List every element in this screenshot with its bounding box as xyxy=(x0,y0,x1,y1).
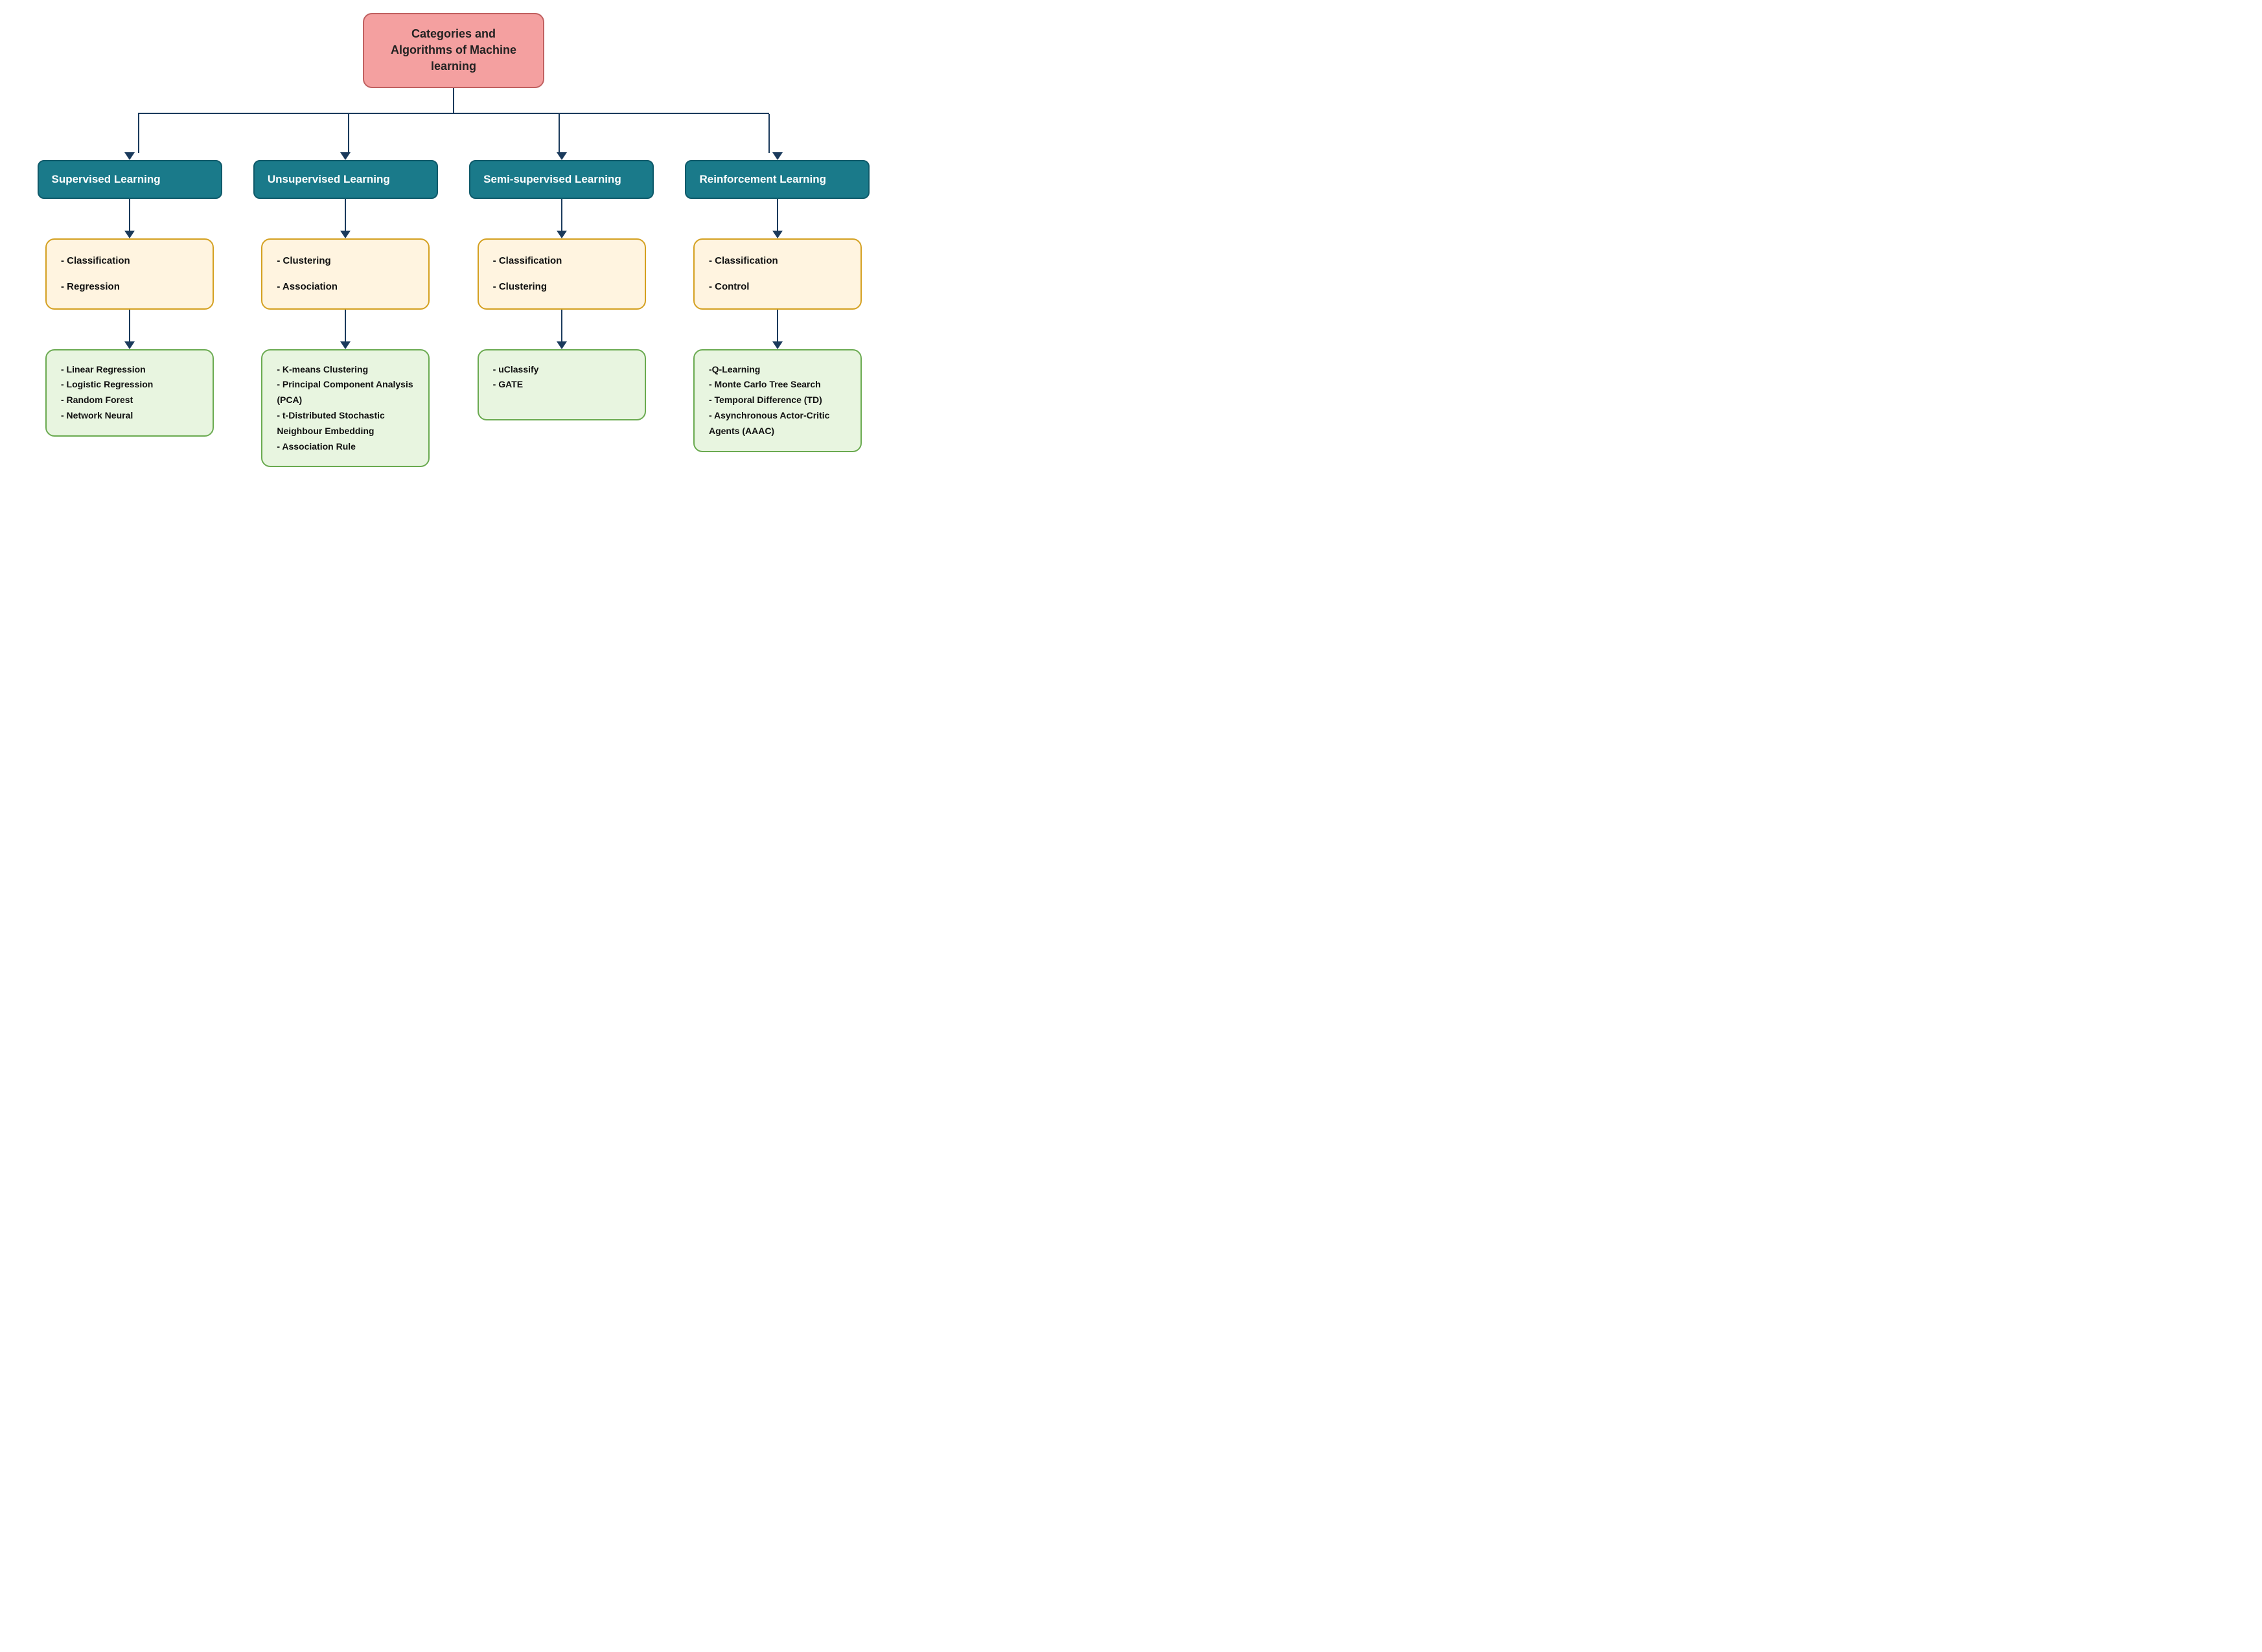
arrow-reinforcement-3 xyxy=(772,341,783,349)
unsupervised-algo-1: - K-means Clustering xyxy=(277,362,414,378)
supervised-line2 xyxy=(129,310,130,342)
arrow-unsupervised-3 xyxy=(340,341,351,349)
branches-container: Supervised Learning - Classification - R… xyxy=(32,153,875,468)
unsupervised-line2 xyxy=(345,310,346,342)
reinforcement-label: Reinforcement Learning xyxy=(699,173,826,186)
reinforcement-algo-3: - Temporal Difference (TD) xyxy=(709,393,846,408)
branch1-vline xyxy=(138,114,139,153)
unsupervised-algo-2: - Principal Component Analysis (PCA) xyxy=(277,377,414,408)
semi-line1 xyxy=(561,199,562,231)
supervised-algos-box: - Linear Regression - Logistic Regressio… xyxy=(45,349,214,437)
branch4-vline xyxy=(768,114,770,153)
unsupervised-task-2: - Association xyxy=(277,277,414,297)
arrow-unsupervised-2 xyxy=(340,231,351,238)
supervised-algo-1: - Linear Regression xyxy=(61,362,198,378)
semi-supervised-learning-box: Semi-supervised Learning xyxy=(469,160,654,199)
supervised-task-1: - Classification xyxy=(61,251,198,271)
supervised-algo-2: - Logistic Regression xyxy=(61,377,198,393)
semi-task-2: - Clustering xyxy=(493,277,630,297)
unsupervised-line1 xyxy=(345,199,346,231)
unsupervised-tasks-box: - Clustering - Association xyxy=(261,238,430,310)
arrow-semi xyxy=(557,152,567,160)
semi-tasks-box: - Classification - Clustering xyxy=(478,238,646,310)
branch-semi-supervised: Semi-supervised Learning - Classificatio… xyxy=(465,153,659,468)
branch-connectors xyxy=(32,114,875,153)
unsupervised-algos-box: - K-means Clustering - Principal Compone… xyxy=(261,349,430,468)
supervised-task-2: - Regression xyxy=(61,277,198,297)
arrow-supervised-2 xyxy=(124,231,135,238)
reinforcement-learning-box: Reinforcement Learning xyxy=(685,160,870,199)
arrow-semi-3 xyxy=(557,341,567,349)
semi-algos-box: - uClassify - GATE xyxy=(478,349,646,420)
branch2-vline xyxy=(348,114,349,153)
reinforcement-algos-box: -Q-Learning - Monte Carlo Tree Search - … xyxy=(693,349,862,452)
reinforcement-tasks-box: - Classification - Control xyxy=(693,238,862,310)
reinforcement-algo-4: - Asynchronous Actor-Critic Agents (AAAC… xyxy=(709,408,846,439)
arrow-unsupervised xyxy=(340,152,351,160)
semi-line2 xyxy=(561,310,562,342)
unsupervised-label: Unsupervised Learning xyxy=(268,173,390,186)
branch3-vline xyxy=(559,114,560,153)
arrow-reinforcement-2 xyxy=(772,231,783,238)
semi-task-1: - Classification xyxy=(493,251,630,271)
arrow-reinforcement xyxy=(772,152,783,160)
arrow-semi-2 xyxy=(557,231,567,238)
reinforcement-algo-1: -Q-Learning xyxy=(709,362,846,378)
supervised-algo-4: - Network Neural xyxy=(61,408,198,424)
root-vertical-line xyxy=(453,88,454,113)
semi-algo-1: - uClassify xyxy=(493,362,630,378)
root-title: Categories and Algorithms of Machine lea… xyxy=(391,27,516,73)
semi-algo-2: - GATE xyxy=(493,377,630,393)
reinforcement-algo-2: - Monte Carlo Tree Search xyxy=(709,377,846,393)
arrow-supervised xyxy=(124,152,135,160)
diagram: Categories and Algorithms of Machine lea… xyxy=(13,13,894,467)
reinforcement-task-1: - Classification xyxy=(709,251,846,271)
supervised-learning-box: Supervised Learning xyxy=(38,160,222,199)
supervised-tasks-box: - Classification - Regression xyxy=(45,238,214,310)
unsupervised-algo-3: - t-Distributed Stochastic Neighbour Emb… xyxy=(277,408,414,439)
unsupervised-learning-box: Unsupervised Learning xyxy=(253,160,438,199)
unsupervised-task-1: - Clustering xyxy=(277,251,414,271)
supervised-algo-3: - Random Forest xyxy=(61,393,198,408)
root-node: Categories and Algorithms of Machine lea… xyxy=(363,13,544,88)
arrow-supervised-3 xyxy=(124,341,135,349)
reinforcement-line2 xyxy=(777,310,778,342)
reinforcement-task-2: - Control xyxy=(709,277,846,297)
semi-supervised-label: Semi-supervised Learning xyxy=(483,173,621,186)
branch-reinforcement: Reinforcement Learning - Classification … xyxy=(680,153,875,468)
reinforcement-line1 xyxy=(777,199,778,231)
supervised-label: Supervised Learning xyxy=(52,173,161,186)
unsupervised-algo-4: - Association Rule xyxy=(277,439,414,455)
branch-supervised: Supervised Learning - Classification - R… xyxy=(32,153,227,468)
supervised-line1 xyxy=(129,199,130,231)
branch-unsupervised: Unsupervised Learning - Clustering - Ass… xyxy=(248,153,443,468)
